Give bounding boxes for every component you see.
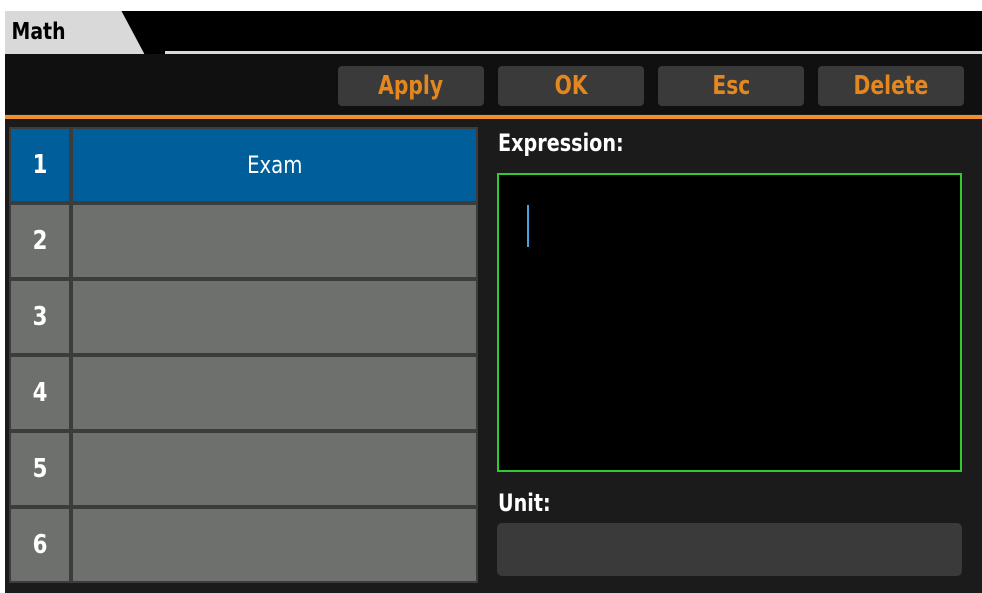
unit-input[interactable] <box>497 523 962 576</box>
list-row-5[interactable]: 5 <box>9 431 478 507</box>
apply-button-label: Apply <box>378 71 444 101</box>
row-number: 3 <box>9 279 71 355</box>
ok-button[interactable]: OK <box>498 66 644 106</box>
text-cursor <box>527 205 529 247</box>
unit-label: Unit: <box>498 489 551 517</box>
esc-button[interactable]: Esc <box>658 66 804 106</box>
delete-button[interactable]: Delete <box>818 66 964 106</box>
apply-button[interactable]: Apply <box>338 66 484 106</box>
row-name: Exam <box>71 127 478 203</box>
row-name <box>71 203 478 279</box>
row-number: 4 <box>9 355 71 431</box>
esc-button-label: Esc <box>712 71 750 101</box>
list-row-2[interactable]: 2 <box>9 203 478 279</box>
row-number: 5 <box>9 431 71 507</box>
window-title: Math <box>11 19 66 45</box>
toolbar-divider <box>5 115 982 119</box>
row-name <box>71 507 478 583</box>
row-number: 6 <box>9 507 71 583</box>
row-name <box>71 355 478 431</box>
math-screen: Math Apply OK Esc Delete 1 Exam 2 3 4 5 … <box>5 11 982 593</box>
row-name <box>71 431 478 507</box>
row-name <box>71 279 478 355</box>
window-title-tab: Math <box>5 11 145 54</box>
expression-label: Expression: <box>498 129 624 157</box>
delete-button-label: Delete <box>853 71 929 101</box>
list-row-1[interactable]: 1 Exam <box>9 127 478 203</box>
toolbar: Apply OK Esc Delete <box>5 54 982 114</box>
list-row-3[interactable]: 3 <box>9 279 478 355</box>
list-row-6[interactable]: 6 <box>9 507 478 583</box>
list-row-4[interactable]: 4 <box>9 355 478 431</box>
title-bar: Math <box>5 11 982 54</box>
row-number: 1 <box>9 127 71 203</box>
expression-input[interactable] <box>497 173 962 472</box>
row-number: 2 <box>9 203 71 279</box>
ok-button-label: OK <box>554 71 588 101</box>
